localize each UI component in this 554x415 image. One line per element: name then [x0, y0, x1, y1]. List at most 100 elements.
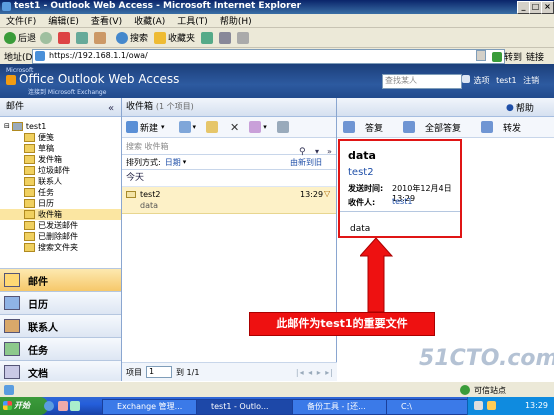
folder-search[interactable]: 搜索文件夹 [0, 242, 121, 253]
reply-button[interactable]: 答复 [343, 121, 393, 134]
address-dropdown-icon[interactable] [476, 50, 486, 61]
folder-contacts[interactable]: 联系人 [0, 176, 121, 187]
nav-tasks[interactable]: 任务 [0, 337, 121, 360]
new-button[interactable]: 新建 ▾ [126, 121, 165, 134]
flag-icon[interactable]: ▽ [324, 189, 330, 198]
folder-junk[interactable]: 垃圾邮件 [0, 165, 121, 176]
mail-button[interactable] [219, 31, 233, 44]
menu-tools[interactable]: 工具(T) [177, 14, 208, 27]
task-exchange[interactable]: Exchange 管理... [102, 399, 208, 415]
ie-quicklaunch-icon[interactable] [44, 401, 54, 411]
to-value[interactable]: test1 [392, 197, 412, 206]
logout-link[interactable]: 注销 [523, 76, 539, 85]
folder-inbox[interactable]: 收件箱 [0, 209, 121, 220]
refresh-button[interactable] [76, 31, 90, 44]
message-subject-heading: data [348, 149, 376, 162]
back-button[interactable]: 后退 [4, 31, 36, 44]
user-link[interactable]: test1 [496, 76, 516, 85]
inbox-count: (1 个项目) [155, 102, 194, 111]
chevron-down-icon[interactable]: ▾ [193, 123, 197, 131]
inbox-search[interactable]: 搜索 收件箱 ⚲ ▾ » [122, 138, 336, 157]
module-navigation: 邮件 日历 联系人 任务 文档 [0, 268, 121, 383]
home-button[interactable] [94, 31, 108, 44]
favorites-button[interactable]: 收藏夹 [154, 31, 195, 44]
history-button[interactable] [201, 31, 215, 44]
volume-icon[interactable] [487, 401, 496, 410]
nav-mail[interactable]: 邮件 [0, 268, 121, 291]
folder-icon [24, 221, 35, 230]
message-sender: test2 [140, 190, 161, 199]
chevron-down-icon[interactable]: ▾ [183, 158, 187, 166]
brand-subtitle: 连接到 Microsoft Exchange [28, 89, 107, 96]
menu-edit[interactable]: 编辑(E) [48, 14, 79, 27]
help-link[interactable]: ● 帮助 [506, 101, 534, 115]
nav-calendar[interactable]: 日历 [0, 291, 121, 314]
search-button[interactable]: 搜索 [116, 31, 148, 44]
collapse-tree-icon[interactable]: ⊟ [4, 121, 10, 132]
task-backup-tool[interactable]: 备份工具 - [还... [292, 399, 398, 415]
refresh-icon[interactable] [276, 121, 289, 133]
quicklaunch-icon[interactable] [70, 401, 80, 411]
folder-sent[interactable]: 已发送邮件 [0, 220, 121, 231]
collapse-icon[interactable]: « [108, 100, 114, 118]
message-from[interactable]: test2 [348, 167, 374, 178]
nav-documents[interactable]: 文档 [0, 360, 121, 383]
network-icon[interactable] [474, 401, 483, 410]
menu-help[interactable]: 帮助(H) [220, 14, 252, 27]
forward-button[interactable] [40, 31, 54, 44]
task-outlook-web-access[interactable]: test1 - Outlo... [196, 399, 304, 415]
folder-icon [24, 210, 35, 219]
window-title: test1 - Outlook Web Access - Microsoft I… [14, 1, 302, 11]
pager-nav-icons[interactable]: |◂ ◂ ▸ ▸| [296, 368, 334, 377]
reply-all-button[interactable]: 全部答复 [403, 121, 471, 134]
pager-label: 项目 [126, 367, 142, 377]
sort-order-dropdown[interactable]: 由新到旧 [290, 157, 322, 168]
folder-deleted[interactable]: 已删除邮件 [0, 231, 121, 242]
message-list-pane: 收件箱 (1 个项目) 新建 ▾ ▾ ✕ ▾ 搜索 收件箱 ⚲ ▾ » 排列方式:… [122, 98, 340, 381]
delete-icon[interactable]: ✕ [230, 121, 239, 134]
folder-calendar[interactable]: 日历 [0, 198, 121, 209]
sort-by-dropdown[interactable]: 日期 [165, 157, 181, 168]
desktop-quicklaunch-icon[interactable] [58, 401, 68, 411]
print-button[interactable] [237, 31, 251, 44]
folder-move-icon[interactable] [206, 121, 219, 133]
mail-icon [4, 273, 20, 287]
mark-icon[interactable] [249, 121, 262, 133]
nav-contacts[interactable]: 联系人 [0, 314, 121, 337]
go-button[interactable]: 转到 [492, 50, 522, 63]
folder-drafts[interactable]: 草稿 [0, 143, 121, 154]
expand-search-icon[interactable]: » [327, 147, 332, 156]
chevron-down-icon[interactable]: ▾ [263, 123, 267, 131]
folder-tasks[interactable]: 任务 [0, 187, 121, 198]
pager: 项目 1 到 1/1 |◂ ◂ ▸ ▸| [122, 362, 340, 381]
find-person-input[interactable]: 查找某人 [382, 74, 462, 89]
help-icon: ● [506, 102, 514, 113]
tree-root[interactable]: ⊟ test1 [0, 121, 121, 132]
search-icon[interactable]: ⚲ [299, 147, 306, 157]
address-input[interactable]: https://192.168.1.1/owa/ [32, 49, 505, 64]
close-button[interactable]: × [541, 1, 554, 14]
forward-button[interactable]: 转发 [481, 121, 531, 134]
browser-status-bar: 可信站点 [0, 381, 554, 397]
folder-icon [24, 188, 35, 197]
move-icon[interactable] [178, 121, 191, 133]
folder-notes[interactable]: 便笺 [0, 132, 121, 143]
options-link[interactable]: 选项 [474, 76, 490, 85]
page-number-input[interactable]: 1 [146, 366, 172, 378]
chevron-down-icon[interactable]: ▾ [315, 147, 319, 156]
system-tray: 13:29 [467, 397, 554, 415]
menu-favorites[interactable]: 收藏(A) [134, 14, 165, 27]
address-book-icon[interactable] [462, 75, 470, 83]
stop-button[interactable] [58, 31, 72, 44]
folder-outbox[interactable]: 发件箱 [0, 154, 121, 165]
chevron-down-icon[interactable]: ▾ [161, 123, 165, 131]
message-list-item[interactable]: test2 data 13:29 ▽ [122, 187, 336, 214]
left-pane-title: 邮件 [6, 102, 25, 112]
links-button[interactable]: 链接 [526, 50, 544, 63]
inbox-search-input[interactable]: 搜索 收件箱 [126, 141, 169, 152]
star-icon [154, 31, 167, 44]
menu-view[interactable]: 查看(V) [91, 14, 122, 27]
menu-file[interactable]: 文件(F) [6, 14, 36, 27]
start-button[interactable]: 开始 [0, 397, 48, 415]
sort-row: 排列方式: 日期 ▾ 由新到旧 [122, 155, 336, 170]
